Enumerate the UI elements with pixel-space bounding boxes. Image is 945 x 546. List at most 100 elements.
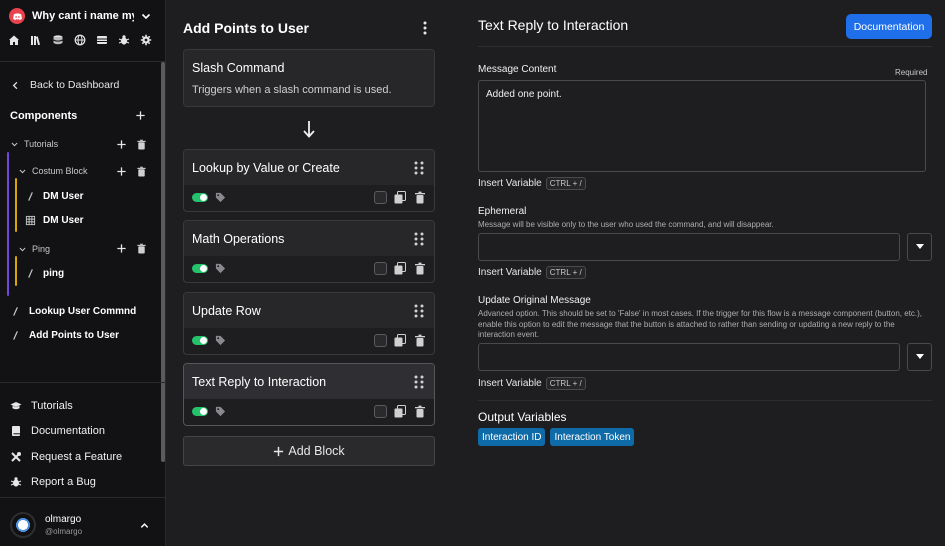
delete-tutorials-button[interactable] xyxy=(136,139,147,150)
caret-down-icon xyxy=(915,244,924,249)
variable-chip-interaction-id[interactable]: Interaction ID xyxy=(478,428,546,446)
home-icon[interactable] xyxy=(8,34,20,46)
library-icon[interactable] xyxy=(30,34,42,46)
trigger-title: Slash Command xyxy=(192,61,285,75)
database-icon[interactable] xyxy=(52,34,64,46)
shortcut-badge: CTRL + / xyxy=(545,177,586,190)
block-title: Lookup by Value or Create xyxy=(192,161,340,175)
enable-toggle[interactable] xyxy=(192,336,208,345)
folder-ping[interactable]: Ping xyxy=(18,244,50,254)
update-original-help: Advanced option. This should be set to '… xyxy=(478,309,923,339)
components-heading: Components xyxy=(10,110,78,122)
slash-command-icon xyxy=(28,192,33,201)
flow-title: Add Points to User xyxy=(183,20,310,36)
user-profile[interactable]: olmargo @olmargo xyxy=(10,512,82,538)
trigger-card[interactable]: Slash Command Triggers when a slash comm… xyxy=(183,49,435,107)
flow-block[interactable]: Update Row xyxy=(183,292,435,355)
discord-icon xyxy=(9,8,25,24)
plus-icon xyxy=(117,140,126,149)
footer-request-feature-link[interactable]: Request a Feature xyxy=(10,451,122,463)
select-checkbox[interactable] xyxy=(374,405,387,418)
folder-tutorials[interactable]: Tutorials xyxy=(10,139,58,149)
chevron-down-icon[interactable] xyxy=(140,10,152,22)
add-to-costum-block-button[interactable] xyxy=(116,166,127,177)
drag-handle-icon[interactable] xyxy=(413,375,425,389)
back-to-dashboard-link[interactable]: Back to Dashboard xyxy=(10,79,119,91)
delete-costum-block-button[interactable] xyxy=(136,166,147,177)
trash-icon[interactable] xyxy=(414,334,426,347)
sidebar-scrollbar[interactable] xyxy=(161,62,165,462)
copy-icon[interactable] xyxy=(394,405,406,418)
tag-icon[interactable] xyxy=(215,263,226,274)
divider xyxy=(0,382,166,383)
tools-icon xyxy=(11,452,21,462)
select-checkbox[interactable] xyxy=(374,262,387,275)
tree-line-purple xyxy=(7,152,9,296)
drag-handle-icon[interactable] xyxy=(413,232,425,246)
add-to-tutorials-button[interactable] xyxy=(116,139,127,150)
flow-block[interactable]: Lookup by Value or Create xyxy=(183,149,435,212)
bug-icon[interactable] xyxy=(118,34,130,46)
footer-documentation-link[interactable]: Documentation xyxy=(10,425,105,437)
globe-icon[interactable] xyxy=(74,34,86,46)
trigger-description: Triggers when a slash command is used. xyxy=(192,84,392,96)
insert-variable-link[interactable]: Insert Variable CTRL + / xyxy=(478,266,586,279)
ephemeral-label: Ephemeral xyxy=(478,206,527,217)
sidebar-item-dm-user-1[interactable]: DM User xyxy=(25,191,84,202)
variable-chip-interaction-token[interactable]: Interaction Token xyxy=(550,428,635,446)
copy-icon[interactable] xyxy=(394,262,406,275)
required-label: Required xyxy=(895,68,928,77)
table-icon[interactable] xyxy=(96,34,108,46)
enable-toggle[interactable] xyxy=(192,264,208,273)
footer-tutorials-link[interactable]: Tutorials xyxy=(10,400,73,412)
insert-variable-link[interactable]: Insert Variable CTRL + / xyxy=(478,377,586,390)
gear-icon[interactable] xyxy=(140,34,152,46)
sidebar-item-add-points[interactable]: Add Points to User xyxy=(10,330,119,341)
sidebar-item-ping[interactable]: ping xyxy=(25,268,64,279)
trash-icon[interactable] xyxy=(414,262,426,275)
bug-icon xyxy=(10,477,22,487)
message-content-input[interactable]: Added one point. xyxy=(478,80,926,172)
icon-toolbar xyxy=(8,34,152,46)
tag-icon[interactable] xyxy=(215,406,226,417)
add-to-ping-button[interactable] xyxy=(116,243,127,254)
server-name: Why cant i name my... xyxy=(32,10,134,22)
ephemeral-input[interactable] xyxy=(478,233,900,261)
copy-icon[interactable] xyxy=(394,334,406,347)
flow-block-selected[interactable]: Text Reply to Interaction xyxy=(183,363,435,426)
flow-block[interactable]: Math Operations xyxy=(183,220,435,283)
trash-icon[interactable] xyxy=(414,191,426,204)
update-original-dropdown-button[interactable] xyxy=(907,343,932,371)
footer-report-bug-link[interactable]: Report a Bug xyxy=(10,476,96,488)
trash-icon xyxy=(137,139,146,150)
copy-icon[interactable] xyxy=(394,191,406,204)
trash-icon[interactable] xyxy=(414,405,426,418)
insert-variable-link[interactable]: Insert Variable CTRL + / xyxy=(478,177,586,190)
add-block-button[interactable]: Add Block xyxy=(183,436,435,466)
trash-icon xyxy=(137,166,146,177)
enable-toggle[interactable] xyxy=(192,193,208,202)
sidebar-item-lookup-user[interactable]: Lookup User Commnd xyxy=(10,306,136,317)
tag-icon[interactable] xyxy=(215,192,226,203)
chevron-up-icon[interactable] xyxy=(139,520,150,531)
arrow-down-icon xyxy=(303,121,315,138)
sidebar-item-dm-user-2[interactable]: DM User xyxy=(25,215,84,226)
drag-handle-icon[interactable] xyxy=(413,161,425,175)
drag-handle-icon[interactable] xyxy=(413,304,425,318)
select-checkbox[interactable] xyxy=(374,191,387,204)
add-component-button[interactable] xyxy=(135,110,146,121)
avatar xyxy=(10,512,36,538)
select-checkbox[interactable] xyxy=(374,334,387,347)
server-selector[interactable]: Why cant i name my... xyxy=(0,0,166,32)
divider xyxy=(0,497,166,498)
ephemeral-dropdown-button[interactable] xyxy=(907,233,932,261)
delete-ping-button[interactable] xyxy=(136,243,147,254)
folder-costum-block[interactable]: Costum Block xyxy=(18,166,88,176)
documentation-button[interactable]: Documentation xyxy=(846,14,932,39)
chevron-down-icon xyxy=(11,142,18,146)
update-original-input[interactable] xyxy=(478,343,900,371)
enable-toggle[interactable] xyxy=(192,407,208,416)
shortcut-badge: CTRL + / xyxy=(545,377,586,390)
more-options-icon[interactable] xyxy=(419,20,431,36)
tag-icon[interactable] xyxy=(215,335,226,346)
